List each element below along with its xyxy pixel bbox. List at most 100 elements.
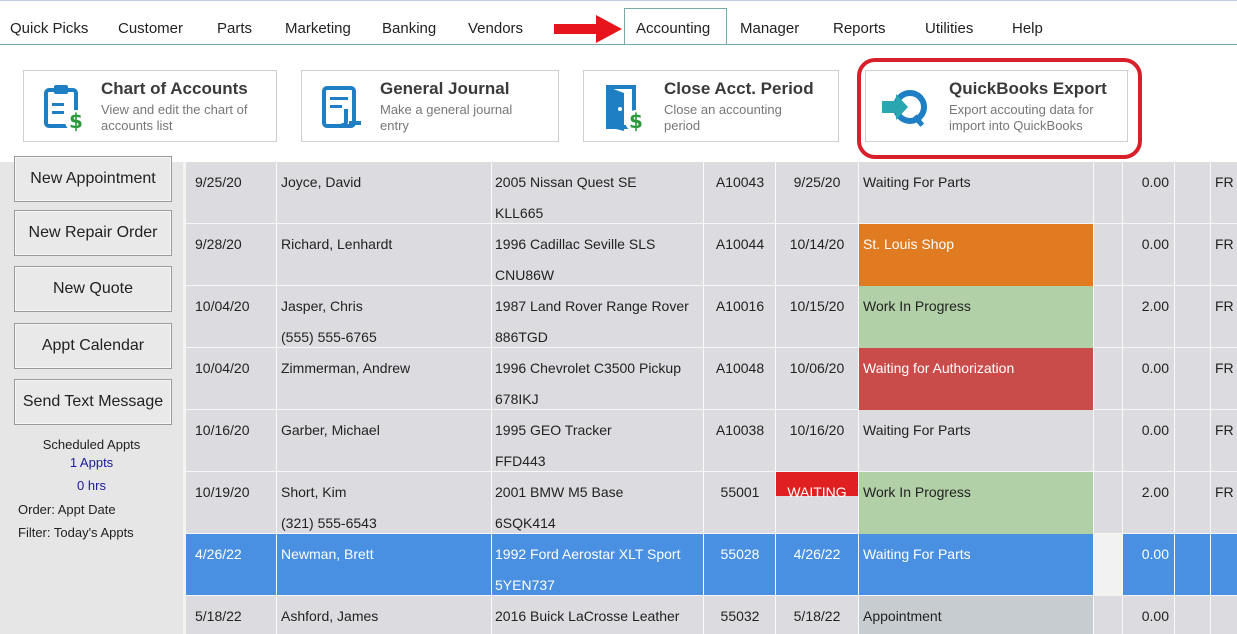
status-background	[859, 224, 1093, 286]
table-row[interactable]: 5/18/22 Ashford, James 2016 Buick LaCrosse…	[186, 596, 1237, 634]
cell-date: 10/04/20	[195, 360, 250, 376]
chart-of-accounts-title: Chart of Accounts	[101, 79, 248, 98]
cell-date: 9/28/20	[195, 236, 242, 252]
menu-manager[interactable]: Manager	[740, 20, 799, 37]
cell-plate: KLL665	[495, 205, 544, 221]
cell-date: 4/26/22	[195, 546, 242, 562]
status-background	[859, 472, 1093, 534]
cell-vehicle: 2001 BMW M5 Base	[495, 484, 624, 500]
cell-customer-name: Zimmerman, Andrew	[281, 360, 411, 376]
cell-vehicle: 1992 Ford Aerostar XLT Sport	[495, 546, 681, 562]
cell-promised-date: 10/14/20	[789, 236, 845, 252]
general-journal-title: General Journal	[380, 79, 510, 98]
table-row[interactable]: 10/19/20 Short, Kim (321) 555-6543 2001 BMW…	[186, 472, 1237, 534]
table-row[interactable]: 10/16/20 Garber, Michael 1995 GEO Tracker F…	[186, 410, 1237, 472]
cell-date: 5/18/22	[195, 608, 242, 624]
menu-reports[interactable]: Reports	[833, 20, 886, 37]
cell-plate: 5YEN737	[495, 577, 555, 593]
table-row[interactable]: 9/28/20 Richard, Lenhardt 1996 Cadillac Se…	[186, 224, 1237, 286]
cell-promised-date: 10/15/20	[789, 298, 845, 314]
new-appointment-button[interactable]: New Appointment	[14, 156, 172, 202]
cell-customer-name: Ashford, James	[281, 608, 379, 624]
menu-quick-picks[interactable]: Quick Picks	[10, 20, 88, 37]
cell-vehicle: 1995 GEO Tracker	[495, 422, 612, 438]
menu-bar: Quick Picks Customer Parts Marketing Ban…	[0, 0, 1237, 46]
cell-date: 10/04/20	[195, 298, 250, 314]
filter-label: Filter: Today's Appts	[18, 525, 134, 540]
cell-promised-date: WAITING	[787, 484, 847, 500]
cell-date: 9/25/20	[195, 174, 242, 190]
cell-date: 10/16/20	[195, 422, 250, 438]
menu-help[interactable]: Help	[1012, 20, 1043, 37]
close-acct-period-button[interactable]: $ Close Acct. Period Close an accounting…	[583, 70, 839, 142]
left-panel: New Appointment New Repair Order New Quo…	[0, 156, 183, 634]
cell-promised-date: 4/26/22	[793, 546, 841, 562]
cell-customer-name: Garber, Michael	[281, 422, 380, 438]
cell-plate: 678IKJ	[495, 391, 539, 407]
highlight-ring	[857, 58, 1142, 159]
cell-ro-number: 55032	[720, 608, 760, 624]
cell-status: St. Louis Shop	[863, 236, 955, 252]
appointments-grid: 9/25/20 Joyce, David 2005 Nissan Quest SE K…	[186, 162, 1237, 634]
cell-ro-number: A10038	[715, 422, 765, 438]
cell-extra: FR	[1215, 174, 1234, 190]
red-arrow-icon	[554, 15, 622, 43]
chart-of-accounts-button[interactable]: $ Chart of Accounts View and edit the ch…	[23, 70, 277, 142]
cell-extra: FR	[1215, 298, 1234, 314]
cell-amount: 0.00	[1141, 174, 1169, 190]
cell-promised-date: 10/16/20	[789, 422, 845, 438]
cell-vehicle: 1996 Cadillac Seville SLS	[495, 236, 656, 252]
cell-amount: 0.00	[1141, 422, 1169, 438]
menu-utilities[interactable]: Utilities	[925, 20, 973, 37]
scheduled-appts-count: 1 Appts	[69, 455, 114, 470]
close-acct-period-title: Close Acct. Period	[664, 79, 814, 98]
door-dollar-icon: $	[606, 85, 647, 133]
appt-calendar-button[interactable]: Appt Calendar	[14, 323, 172, 369]
cell-extra: FR	[1215, 360, 1234, 376]
new-quote-button[interactable]: New Quote	[14, 266, 172, 312]
cell-ro-number: A10043	[715, 174, 765, 190]
cell-ro-number: A10016	[715, 298, 765, 314]
cell-phone: (321) 555-6543	[281, 515, 377, 531]
table-row[interactable]: 10/04/20 Zimmerman, Andrew 1996 Chevrolet …	[186, 348, 1237, 410]
selected-row-blank-cell	[1093, 534, 1122, 596]
cell-customer-name: Newman, Brett	[281, 546, 374, 562]
cell-extra: FR	[1215, 484, 1234, 500]
svg-text:$: $	[629, 109, 643, 133]
scheduled-appts-hours: 0 hrs	[77, 478, 106, 493]
menu-parts[interactable]: Parts	[217, 20, 252, 37]
clipboard-dollar-icon: $	[44, 85, 87, 133]
cell-vehicle: 1996 Chevrolet C3500 Pickup	[495, 360, 682, 376]
general-journal-button[interactable]: General Journal Make a general journal en…	[301, 70, 559, 142]
close-acct-period-desc: Close an accounting period	[664, 102, 782, 133]
cell-promised-date: 5/18/22	[793, 608, 841, 624]
cell-vehicle: 2005 Nissan Quest SE	[495, 174, 637, 190]
cell-amount: 0.00	[1141, 608, 1169, 624]
cell-customer-name: Short, Kim	[281, 484, 347, 500]
cell-promised-date: 9/25/20	[793, 174, 841, 190]
cell-plate: CNU86W	[495, 267, 555, 283]
table-row[interactable]: 9/25/20 Joyce, David 2005 Nissan Quest SE K…	[186, 162, 1237, 224]
cell-plate: 886TGD	[495, 329, 548, 345]
menu-banking[interactable]: Banking	[382, 20, 436, 37]
cell-customer-name: Jasper, Chris	[281, 298, 363, 314]
cell-status: Work In Progress	[863, 484, 971, 500]
cell-status: Waiting For Parts	[863, 174, 971, 190]
cell-amount: 2.00	[1141, 484, 1169, 500]
order-label: Order: Appt Date	[18, 502, 116, 517]
table-row[interactable]: 4/26/22 Newman, Brett 1992 Ford Aerostar X…	[186, 534, 1237, 596]
cell-date: 10/19/20	[195, 484, 250, 500]
menu-marketing[interactable]: Marketing	[285, 20, 351, 37]
cell-extra: FR	[1215, 422, 1234, 438]
cell-promised-date: 10/06/20	[789, 360, 845, 376]
cell-phone: (555) 555-6765	[281, 329, 377, 345]
menu-vendors[interactable]: Vendors	[468, 20, 523, 37]
menu-accounting-tab[interactable]: Accounting	[624, 8, 727, 46]
send-text-message-button[interactable]: Send Text Message	[14, 379, 172, 425]
cell-amount: 0.00	[1141, 546, 1169, 562]
table-row[interactable]: 10/04/20 Jasper, Chris (555) 555-6765 1987 …	[186, 286, 1237, 348]
cell-ro-number: A10044	[715, 236, 765, 252]
menu-customer[interactable]: Customer	[118, 20, 183, 37]
cell-status: Waiting for Authorization	[863, 360, 1015, 376]
new-repair-order-button[interactable]: New Repair Order	[14, 210, 172, 256]
